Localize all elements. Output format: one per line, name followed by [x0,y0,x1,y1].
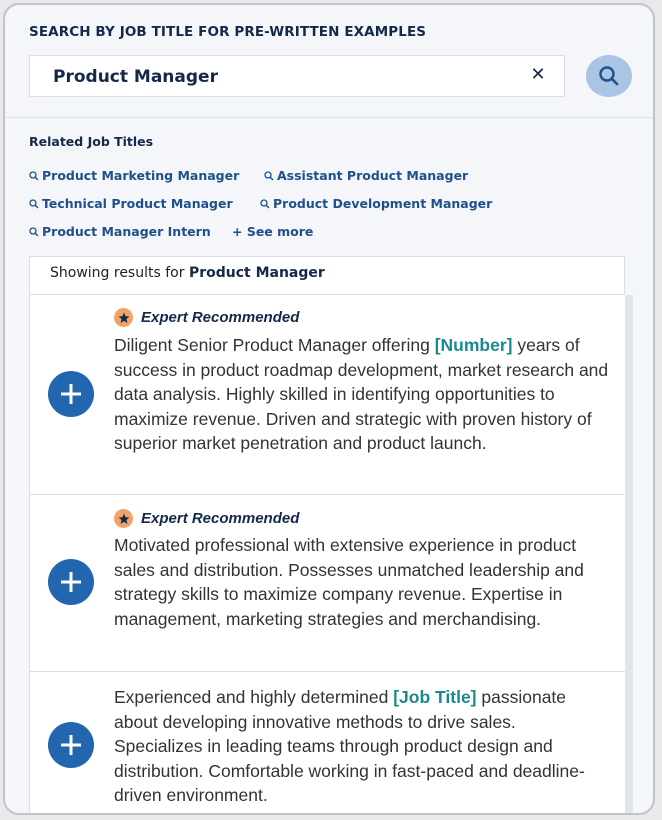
plus-icon [61,735,81,755]
related-job-titles-heading: Related Job Titles [29,134,154,149]
related-link-label: Product Marketing Manager [42,168,240,183]
search-icon [29,170,39,180]
search-icon [29,226,39,236]
showing-results-bar: Showing results for Product Manager [29,256,625,295]
add-button[interactable] [48,371,94,417]
showing-results-query: Product Manager [188,265,325,281]
placeholder-token: [Number] [434,335,513,355]
add-button[interactable] [48,722,94,768]
search-icon [599,66,619,86]
badge-label: Expert Recommended [141,510,300,527]
plus-icon [61,572,81,592]
badge-label: Expert Recommended [141,309,300,326]
showing-results-prefix: Showing results for [50,265,189,281]
related-link-assistant-product-manager[interactable]: Assistant Product Manager [264,168,468,183]
star-icon [114,308,133,327]
search-button[interactable] [586,55,632,97]
star-icon [114,509,133,528]
result-text: Experienced and highly determined [Job T… [114,685,609,808]
expert-recommended-badge: Expert Recommended [114,509,299,528]
search-input[interactable]: Product Manager ✕ [29,55,565,97]
plus-icon [61,384,81,404]
example-finder-panel: SEARCH BY JOB TITLE FOR PRE-WRITTEN EXAM… [3,3,655,815]
add-button[interactable] [48,559,94,605]
close-icon[interactable]: ✕ [528,64,548,86]
result-item[interactable]: Experienced and highly determined [Job T… [30,672,626,813]
search-input-value[interactable]: Product Manager [53,67,218,87]
related-link-label: Technical Product Manager [42,196,233,211]
related-link-product-development-manager[interactable]: Product Development Manager [260,196,492,211]
result-text-start: Diligent Senior Product Manager offering [114,335,435,355]
related-link-label: Product Development Manager [273,196,493,211]
see-more-link[interactable]: + See more [232,224,313,239]
panel-title: SEARCH BY JOB TITLE FOR PRE-WRITTEN EXAM… [29,24,427,40]
result-text: Motivated professional with extensive ex… [114,535,584,629]
related-link-technical-product-manager[interactable]: Technical Product Manager [29,196,233,211]
results-list: Expert Recommended Diligent Senior Produ… [29,295,626,813]
related-link-product-manager-intern[interactable]: Product Manager Intern [29,224,211,239]
placeholder-token: [Job Title] [393,687,477,707]
search-icon [264,170,274,180]
related-link-label: Assistant Product Manager [277,168,469,183]
related-link-label: Product Manager Intern [42,224,211,239]
expert-recommended-badge: Expert Recommended [114,308,299,327]
result-item[interactable]: Expert Recommended Motivated professiona… [30,495,626,672]
result-text: Diligent Senior Product Manager offering… [114,333,609,456]
divider [5,117,653,118]
search-icon [260,198,270,208]
scrollbar[interactable] [625,295,633,813]
search-icon [29,198,39,208]
result-item[interactable]: Expert Recommended Diligent Senior Produ… [30,295,626,495]
result-text-start: Experienced and highly determined [114,687,394,707]
related-link-product-marketing-manager[interactable]: Product Marketing Manager [29,168,239,183]
